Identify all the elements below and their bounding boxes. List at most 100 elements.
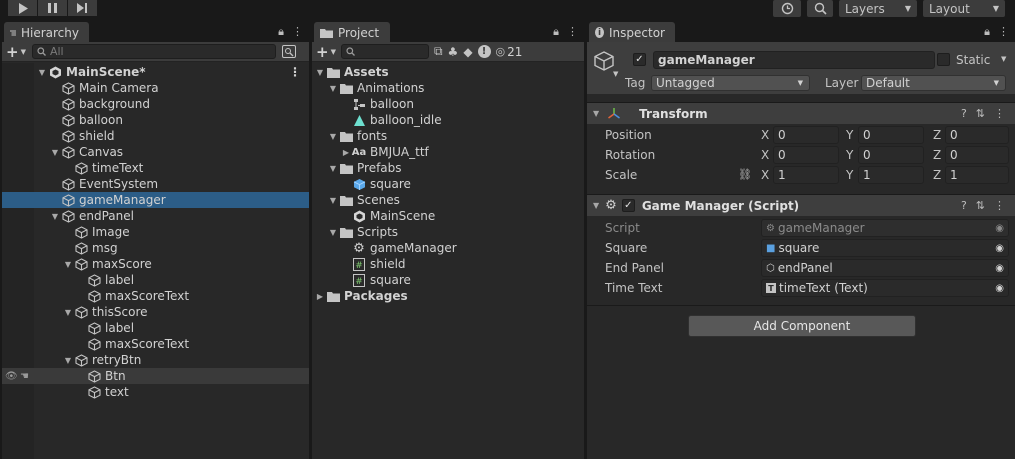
tab-inspector[interactable]: i Inspector — [589, 22, 675, 43]
scale-z-field[interactable]: 1 — [945, 166, 1009, 184]
hierarchy-item[interactable]: background — [2, 96, 309, 112]
expand-arrow-icon[interactable]: ▼ — [62, 356, 74, 365]
end-panel-field[interactable]: ⬡ endPanel ◉ — [761, 259, 1009, 277]
visibility-eye-icon[interactable]: 👁︎ — [5, 371, 18, 382]
hierarchy-item[interactable]: balloon — [2, 112, 309, 128]
tab-hierarchy[interactable]: Hierarchy — [4, 22, 89, 43]
icon-dropdown-arrow[interactable]: ▼ — [613, 70, 618, 78]
kebab-menu-icon[interactable]: ⋮ — [994, 107, 1005, 120]
hierarchy-item[interactable]: text — [2, 384, 309, 400]
project-item[interactable]: MainScene — [312, 208, 584, 224]
expand-arrow-icon[interactable]: ▼ — [62, 308, 74, 317]
scale-y-field[interactable]: 1 — [858, 166, 924, 184]
project-item[interactable]: balloon — [312, 96, 584, 112]
rotation-y-field[interactable]: 0 — [858, 146, 924, 164]
hierarchy-search-input[interactable]: All — [31, 44, 276, 59]
hierarchy-item[interactable]: label — [2, 272, 309, 288]
project-item[interactable]: balloon_idle — [312, 112, 584, 128]
search-scene-icon[interactable]: ⧉ — [434, 44, 443, 59]
tab-project[interactable]: Project — [314, 22, 390, 43]
scene-search-button[interactable] — [281, 45, 296, 58]
rotation-z-field[interactable]: 0 — [945, 146, 1009, 164]
kebab-menu-icon[interactable]: ⋮ — [998, 25, 1009, 39]
hierarchy-item[interactable]: ▼ maxScore — [2, 256, 309, 272]
undo-history-button[interactable] — [773, 0, 801, 17]
project-search-input[interactable] — [340, 44, 429, 59]
lock-icon[interactable]: 🔒︎ — [984, 25, 990, 39]
expand-arrow-icon[interactable]: ▼ — [49, 148, 61, 157]
pause-button[interactable] — [38, 0, 68, 16]
project-item[interactable]: ▼ Scenes — [312, 192, 584, 208]
hierarchy-item[interactable]: ▼ Canvas — [2, 144, 309, 160]
scale-y-axis-label[interactable]: Y — [846, 168, 853, 182]
project-item[interactable]: ▶ Aa BMJUA_ttf — [312, 144, 584, 160]
position-y-field[interactable]: 0 — [858, 126, 924, 144]
static-dropdown-arrow[interactable]: ▼ — [1001, 55, 1006, 63]
hierarchy-item[interactable]: EventSystem — [2, 176, 309, 192]
rotation-y-axis-label[interactable]: Y — [846, 148, 853, 162]
preset-icon[interactable]: ⇅ — [976, 199, 985, 212]
scale-x-field[interactable]: 1 — [773, 166, 839, 184]
active-checkbox[interactable]: ✓ — [633, 53, 646, 66]
project-item[interactable]: ⚙ gameManager — [312, 240, 584, 256]
project-item[interactable]: ▼ fonts — [312, 128, 584, 144]
lock-icon[interactable]: 🔒︎ — [278, 25, 284, 39]
scale-z-axis-label[interactable]: Z — [933, 168, 941, 182]
project-item[interactable]: # square — [312, 272, 584, 288]
hierarchy-item[interactable]: gameManager — [2, 192, 309, 208]
static-checkbox[interactable] — [937, 53, 950, 66]
search-button[interactable] — [807, 0, 833, 17]
collapse-arrow-icon[interactable]: ▶ — [314, 292, 326, 301]
object-picker-icon[interactable]: ◉ — [995, 263, 1004, 274]
hierarchy-item[interactable]: ▼ MainScene* ⋮ — [2, 64, 309, 80]
time-text-field[interactable]: T timeText (Text) ◉ — [761, 279, 1009, 297]
hierarchy-item[interactable]: ▼ endPanel — [2, 208, 309, 224]
pickable-hand-icon[interactable]: ☚ — [20, 371, 29, 382]
expand-arrow-icon[interactable]: ▼ — [327, 164, 339, 173]
hierarchy-item[interactable]: msg — [2, 240, 309, 256]
create-asset-button[interactable]: + ▼ — [316, 43, 336, 61]
hierarchy-item[interactable]: Image — [2, 224, 309, 240]
project-item[interactable]: ▼ Prefabs — [312, 160, 584, 176]
hierarchy-item[interactable]: ▼ retryBtn — [2, 352, 309, 368]
scene-menu-icon[interactable]: ⋮ — [289, 65, 301, 79]
position-x-axis-label[interactable]: X — [761, 128, 769, 142]
transform-header[interactable]: ▼ Transform ? ⇅ ⋮ — [587, 102, 1015, 124]
play-button[interactable] — [8, 0, 38, 16]
layer-dropdown[interactable]: Default ▼ — [861, 75, 1006, 91]
position-x-field[interactable]: 0 — [773, 126, 839, 144]
hierarchy-item[interactable]: maxScoreText — [2, 336, 309, 352]
collapse-arrow-icon[interactable]: ▶ — [340, 148, 352, 157]
kebab-menu-icon[interactable]: ⋮ — [292, 25, 303, 39]
kebab-menu-icon[interactable]: ⋮ — [567, 25, 578, 39]
project-item[interactable]: ▼ Assets — [312, 64, 584, 80]
position-y-axis-label[interactable]: Y — [846, 128, 853, 142]
expand-arrow-icon[interactable]: ▼ — [327, 84, 339, 93]
project-item[interactable]: # shield — [312, 256, 584, 272]
kebab-menu-icon[interactable]: ⋮ — [994, 199, 1005, 212]
project-item[interactable]: ▼ Animations — [312, 80, 584, 96]
script-component-header[interactable]: ▼ ⚙ ✓ Game Manager (Script) ? ⇅ ⋮ — [587, 194, 1015, 216]
filter-by-type-icon[interactable]: ♣ — [448, 45, 459, 59]
layout-dropdown[interactable]: Layout ▼ — [923, 0, 1005, 17]
help-icon[interactable]: ? — [961, 199, 967, 212]
hierarchy-item[interactable]: ▼ thisScore — [2, 304, 309, 320]
constrain-proportions-icon[interactable]: ⛓ — [738, 168, 752, 181]
object-picker-icon[interactable]: ◉ — [995, 283, 1004, 294]
hierarchy-item[interactable]: label — [2, 320, 309, 336]
rotation-z-axis-label[interactable]: Z — [933, 148, 941, 162]
expand-arrow-icon[interactable]: ▼ — [314, 68, 326, 77]
position-z-field[interactable]: 0 — [945, 126, 1009, 144]
step-button[interactable] — [68, 0, 98, 16]
add-component-button[interactable]: Add Component — [688, 315, 916, 337]
hierarchy-item[interactable]: maxScoreText — [2, 288, 309, 304]
help-icon[interactable]: ? — [961, 107, 967, 120]
object-picker-icon[interactable]: ◉ — [995, 243, 1004, 254]
scale-x-axis-label[interactable]: X — [761, 168, 769, 182]
expand-arrow-icon[interactable]: ▼ — [36, 68, 48, 77]
project-item[interactable]: ▶ Packages — [312, 288, 584, 304]
hierarchy-item[interactable]: timeText — [2, 160, 309, 176]
expand-arrow-icon[interactable]: ▼ — [327, 132, 339, 141]
script-enabled-checkbox[interactable]: ✓ — [621, 199, 635, 212]
lock-icon[interactable]: 🔒︎ — [553, 25, 559, 39]
